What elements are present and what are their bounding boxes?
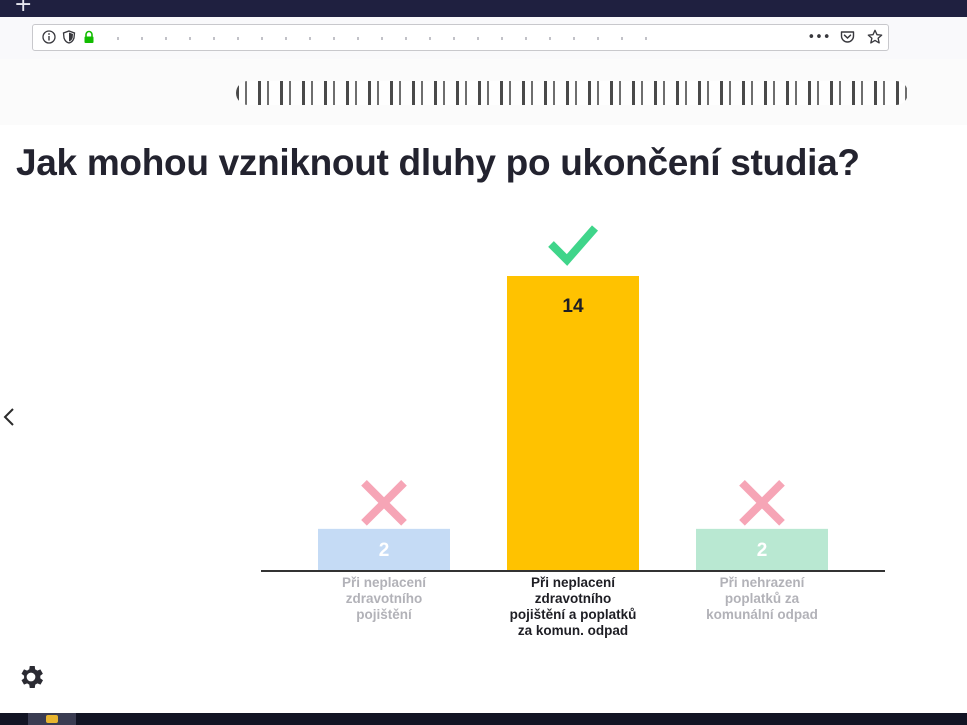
bar-1 (318, 528, 450, 571)
folder-icon (46, 715, 58, 723)
category-label-3-line-2: poplatků za (725, 591, 800, 606)
shield-icon[interactable] (61, 29, 77, 45)
check-icon (548, 225, 599, 266)
cross-icon-1 (361, 480, 407, 526)
category-label-1-line-3: pojištění (356, 607, 413, 622)
obscured-header-text (236, 81, 908, 105)
pocket-icon[interactable] (839, 29, 855, 45)
category-label-2-line-2: zdravotního (535, 591, 612, 606)
bar-value-label-1: 2 (379, 540, 390, 561)
tab-strip: + (0, 0, 967, 17)
lock-icon[interactable] (81, 29, 97, 45)
category-label-3-line-3: komunální odpad (706, 607, 818, 622)
category-label-2-line-1: Při neplacení (531, 575, 616, 590)
settings-button[interactable] (15, 661, 47, 693)
cross-icon-3 (739, 480, 785, 526)
taskbar (0, 713, 967, 725)
page-title: Jak mohou vzniknout dluhy po ukončení st… (16, 142, 860, 183)
category-label-3-line-1: Při nehrazení (720, 575, 806, 590)
url-text[interactable] (117, 37, 657, 40)
category-label-1-line-2: zdravotního (346, 591, 423, 606)
category-label-2-line-3: pojištění a poplatků (510, 607, 637, 622)
taskbar-app-button[interactable] (28, 713, 76, 725)
browser-toolbar: ••• (0, 17, 967, 59)
info-icon[interactable] (41, 29, 57, 45)
page-header (0, 59, 967, 125)
bar-2 (507, 276, 639, 571)
more-icon[interactable]: ••• (808, 29, 831, 45)
bar-value-label-2: 14 (562, 296, 584, 317)
category-label-2-line-4: za komun. odpad (518, 623, 628, 638)
star-icon[interactable] (867, 29, 883, 45)
bar-3 (696, 528, 828, 571)
new-tab-button[interactable]: + (14, 0, 32, 16)
bar-value-label-3: 2 (757, 540, 768, 561)
gear-icon (21, 666, 43, 688)
url-bar[interactable]: ••• (32, 24, 889, 51)
category-label-1-line-1: Při neplacení (342, 575, 427, 590)
chevron-left-icon (3, 408, 14, 426)
previous-slide-button[interactable] (0, 405, 18, 429)
